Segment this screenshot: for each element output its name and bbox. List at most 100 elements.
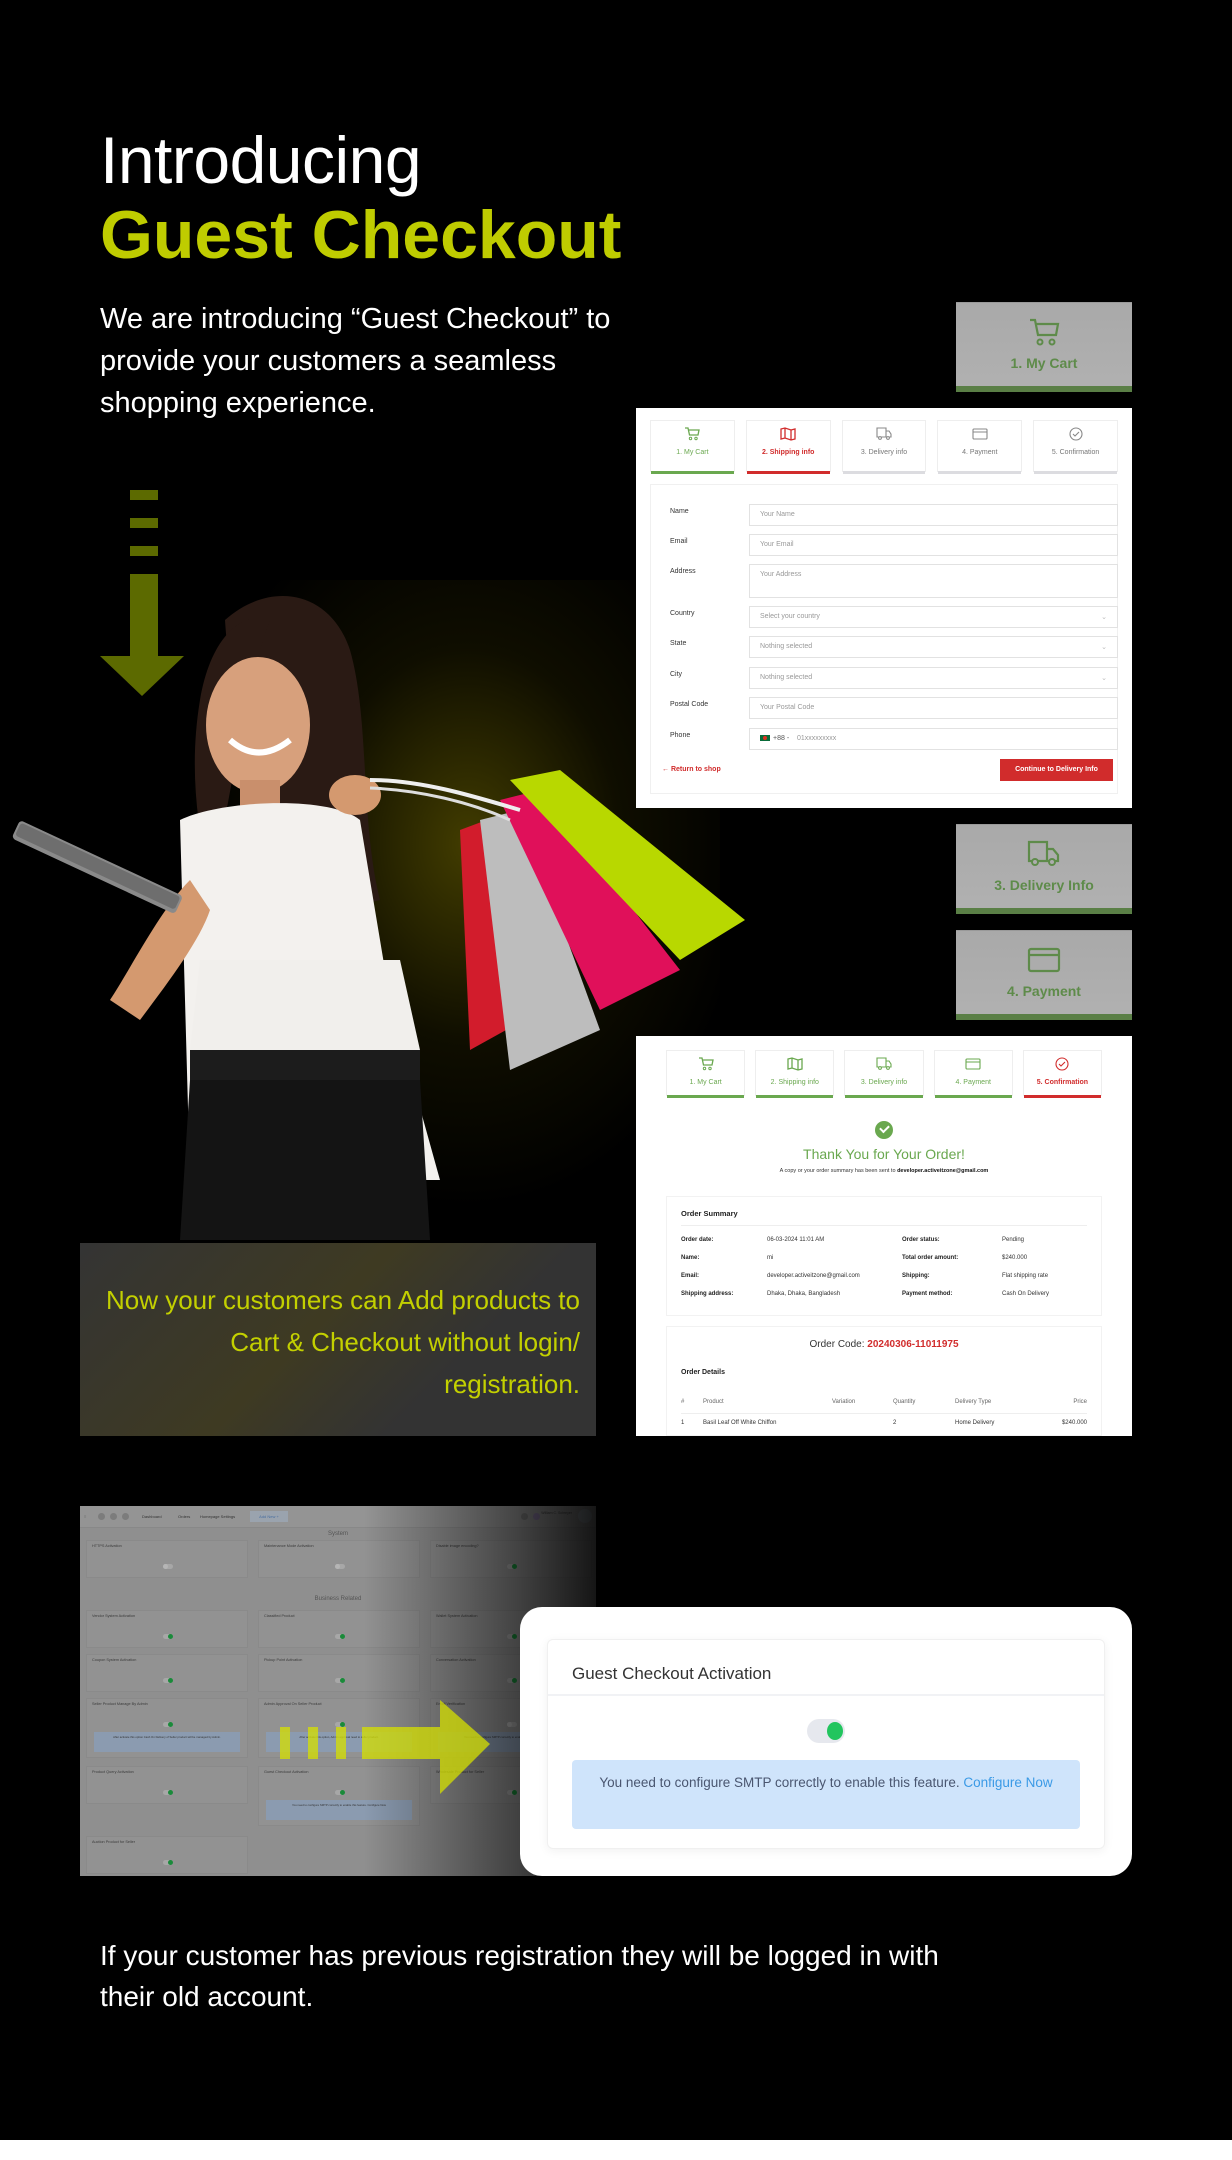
setting-card: Maintenance Mode Activation bbox=[258, 1540, 420, 1578]
setting-toggle[interactable] bbox=[335, 1563, 345, 1569]
step-confirmation[interactable]: 5. Confirmation bbox=[1022, 1050, 1103, 1098]
name-row: Name Your Name bbox=[654, 504, 1118, 526]
nav-orders[interactable]: Orders bbox=[178, 1514, 190, 1519]
email-label: Email bbox=[670, 538, 688, 545]
postal-code-row: Postal Code Your Postal Code bbox=[654, 697, 1118, 719]
setting-toggle[interactable] bbox=[163, 1859, 173, 1865]
globe-icon[interactable] bbox=[98, 1513, 105, 1520]
step-delivery-info[interactable]: 3. Delivery info bbox=[841, 420, 927, 474]
phone-row: Phone +88 - 01xxxxxxxxx bbox=[654, 728, 1118, 750]
setting-note: You need to configure SMTP correctly to … bbox=[266, 1800, 412, 1820]
divider bbox=[681, 1225, 1087, 1226]
step-shipping-info[interactable]: 2. Shipping info bbox=[745, 420, 831, 474]
chevron-down-icon: ⌄ bbox=[1101, 614, 1107, 621]
setting-card: Seller Product Manage By Admin After acti… bbox=[86, 1698, 248, 1758]
step-payment[interactable]: 4. Payment bbox=[937, 420, 1023, 474]
setting-toggle[interactable] bbox=[163, 1633, 173, 1639]
phone-label: Phone bbox=[670, 732, 691, 739]
stats-icon[interactable] bbox=[122, 1513, 129, 1520]
email-input[interactable]: Your Email bbox=[749, 534, 1118, 556]
setting-toggle[interactable] bbox=[335, 1633, 345, 1639]
summary-value: developer.activeitzone@gmail.com bbox=[767, 1273, 860, 1279]
setting-toggle[interactable] bbox=[163, 1789, 173, 1795]
guest-checkout-toggle[interactable] bbox=[807, 1719, 845, 1743]
step-delivery-info[interactable]: 3. Delivery info bbox=[844, 1050, 924, 1098]
postal-code-label: Postal Code bbox=[670, 701, 709, 708]
country-select[interactable]: Select your country ⌄ bbox=[749, 606, 1118, 628]
return-to-shop-link[interactable]: ← Return to shop bbox=[662, 766, 721, 773]
step-badge-bar bbox=[956, 908, 1132, 914]
state-label: State bbox=[670, 640, 687, 647]
setting-toggle[interactable] bbox=[507, 1563, 517, 1569]
copy-sent-text: A copy or your order summary has been se… bbox=[779, 1168, 896, 1174]
name-input[interactable]: Your Name bbox=[749, 504, 1118, 526]
step-confirmation[interactable]: 5. Confirmation bbox=[1033, 420, 1118, 474]
setting-toggle[interactable] bbox=[163, 1721, 173, 1727]
step-label: 1. My Cart bbox=[689, 1079, 722, 1086]
setting-toggle[interactable] bbox=[507, 1721, 517, 1727]
configure-now-link[interactable]: Configure Now bbox=[963, 1775, 1052, 1790]
phone-placeholder: 01xxxxxxxxx bbox=[796, 735, 837, 742]
setting-label: Vendor System Activation bbox=[92, 1614, 136, 1618]
step-payment[interactable]: 4. Payment bbox=[933, 1050, 1013, 1098]
postal-code-input[interactable]: Your Postal Code bbox=[749, 697, 1118, 719]
right-arrow-icon bbox=[280, 1700, 490, 1794]
city-select-value: Nothing selected bbox=[760, 674, 813, 681]
setting-toggle[interactable] bbox=[335, 1677, 345, 1683]
setting-toggle[interactable] bbox=[507, 1789, 517, 1795]
step-my-cart[interactable]: 1. My Cart bbox=[650, 420, 735, 474]
step-label: 2. Shipping info bbox=[761, 449, 815, 456]
step-badge-my-cart: 1. My Cart bbox=[956, 302, 1132, 392]
continue-to-delivery-button[interactable]: Continue to Delivery Info bbox=[1000, 759, 1113, 781]
city-row: City Nothing selected ⌄ bbox=[654, 667, 1118, 689]
guest-checkout-modal: Guest Checkout Activation You need to co… bbox=[520, 1607, 1132, 1876]
nav-dashboard[interactable]: Dashboard bbox=[142, 1514, 162, 1519]
smtp-alert: You need to configure SMTP correctly to … bbox=[572, 1760, 1080, 1829]
step-badge-bar bbox=[956, 1014, 1132, 1020]
nav-homepage-settings[interactable]: Homepage Settings bbox=[200, 1514, 235, 1519]
setting-card: Coupon System Activation bbox=[86, 1654, 248, 1692]
truck-icon bbox=[876, 1057, 892, 1070]
truck-icon bbox=[1027, 840, 1060, 866]
step-shipping-info[interactable]: 2. Shipping info bbox=[755, 1050, 835, 1098]
phone-input[interactable]: +88 - 01xxxxxxxxx bbox=[749, 728, 1118, 750]
bell-icon[interactable] bbox=[521, 1513, 528, 1520]
table-header: Product bbox=[703, 1399, 724, 1405]
city-select[interactable]: Nothing selected ⌄ bbox=[749, 667, 1118, 689]
avatar[interactable] bbox=[578, 1509, 592, 1523]
add-new-button[interactable]: Add New + bbox=[250, 1511, 288, 1522]
summary-value: $240.000 bbox=[1002, 1255, 1028, 1261]
step-badge-label: 4. Payment bbox=[1007, 983, 1081, 999]
summary-value: mi bbox=[767, 1255, 774, 1261]
setting-card: Vendor System Activation bbox=[86, 1610, 248, 1648]
table-cell: 2 bbox=[893, 1420, 897, 1426]
setting-toggle[interactable] bbox=[507, 1633, 517, 1639]
setting-card: Auction Product for Seller bbox=[86, 1836, 248, 1874]
address-textarea[interactable]: Your Address bbox=[749, 564, 1118, 598]
modal-title: Guest Checkout Activation bbox=[572, 1664, 772, 1683]
summary-key: Order status: bbox=[902, 1237, 940, 1243]
clear-cache-icon[interactable] bbox=[110, 1513, 117, 1520]
table-header: Variation bbox=[832, 1399, 856, 1405]
admin-topbar: ≡ Dashboard Orders Homepage Settings Add… bbox=[80, 1506, 596, 1528]
step-bar bbox=[934, 1095, 1012, 1098]
setting-toggle[interactable] bbox=[163, 1677, 173, 1683]
phone-country-code[interactable]: +88 bbox=[773, 735, 785, 742]
footer-text: If your customer has previous registrati… bbox=[100, 1940, 939, 2012]
step-bar bbox=[842, 471, 926, 474]
country-select-value: Select your country bbox=[760, 613, 820, 620]
table-cell[interactable]: Basil Leaf Off White Chiffon bbox=[703, 1420, 776, 1426]
step-bar bbox=[1034, 471, 1117, 474]
state-select[interactable]: Nothing selected ⌄ bbox=[749, 636, 1118, 658]
step-my-cart[interactable]: 1. My Cart bbox=[666, 1050, 746, 1098]
cart-icon bbox=[1030, 318, 1060, 346]
user-name[interactable]: William C. Schreyer bbox=[541, 1511, 572, 1515]
menu-icon[interactable]: ≡ bbox=[84, 1514, 86, 1519]
setting-toggle[interactable] bbox=[163, 1563, 173, 1569]
email-row: Email Your Email bbox=[654, 534, 1118, 556]
city-label: City bbox=[670, 671, 683, 678]
language-flag-icon[interactable] bbox=[533, 1513, 540, 1520]
setting-toggle[interactable] bbox=[507, 1677, 517, 1683]
setting-note: After activate this option Cash On Deliv… bbox=[94, 1732, 240, 1752]
order-confirmation-card: 1. My Cart 2. Shipping info 3. Delivery … bbox=[636, 1036, 1132, 1436]
